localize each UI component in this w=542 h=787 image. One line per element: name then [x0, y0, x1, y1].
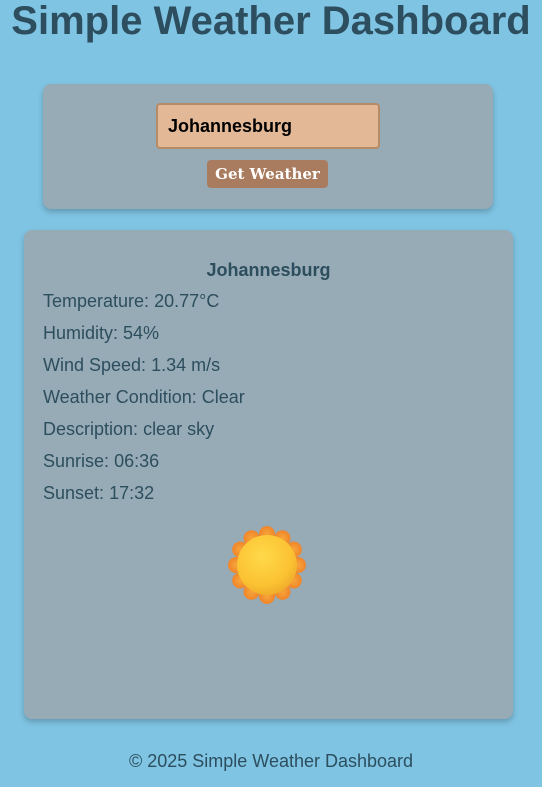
temperature-value: 20.77°C: [154, 291, 220, 311]
description-value: clear sky: [143, 419, 215, 439]
wind-speed-value: 1.34 m/s: [151, 355, 221, 375]
temperature-label: Temperature:: [43, 291, 150, 311]
sun-icon: [228, 526, 306, 604]
weather-condition-row: Weather Condition: Clear: [43, 386, 245, 408]
footer: © 2025 Simple Weather Dashboard: [128, 751, 414, 771]
sunset-label: Sunset:: [43, 483, 105, 503]
description-label: Description:: [43, 419, 139, 439]
weather-condition-label: Weather Condition:: [43, 387, 197, 407]
page-title: Simple Weather Dashboard: [11, 0, 531, 43]
get-weather-button[interactable]: Get Weather: [207, 160, 328, 188]
humidity-label: Humidity:: [43, 323, 119, 343]
sunrise-row: Sunrise: 06:36: [43, 450, 159, 472]
wind-speed-label: Wind Speed:: [43, 355, 147, 375]
sunset-row: Sunset: 17:32: [43, 482, 154, 504]
humidity-value: 54%: [123, 323, 160, 343]
weather-condition-value: Clear: [201, 387, 245, 407]
sunrise-label: Sunrise:: [43, 451, 110, 471]
description-row: Description: clear sky: [43, 418, 214, 440]
sunrise-value: 06:36: [114, 451, 160, 471]
search-card: Get Weather: [43, 84, 493, 209]
city-name: Johannesburg: [206, 260, 331, 280]
wind-speed-row: Wind Speed: 1.34 m/s: [43, 354, 220, 376]
weather-card: Johannesburg Temperature: 20.77°C Humidit…: [24, 230, 513, 719]
humidity-row: Humidity: 54%: [43, 322, 159, 344]
sunset-value: 17:32: [109, 483, 155, 503]
temperature-row: Temperature: 20.77°C: [43, 290, 219, 312]
city-input[interactable]: [156, 103, 380, 149]
